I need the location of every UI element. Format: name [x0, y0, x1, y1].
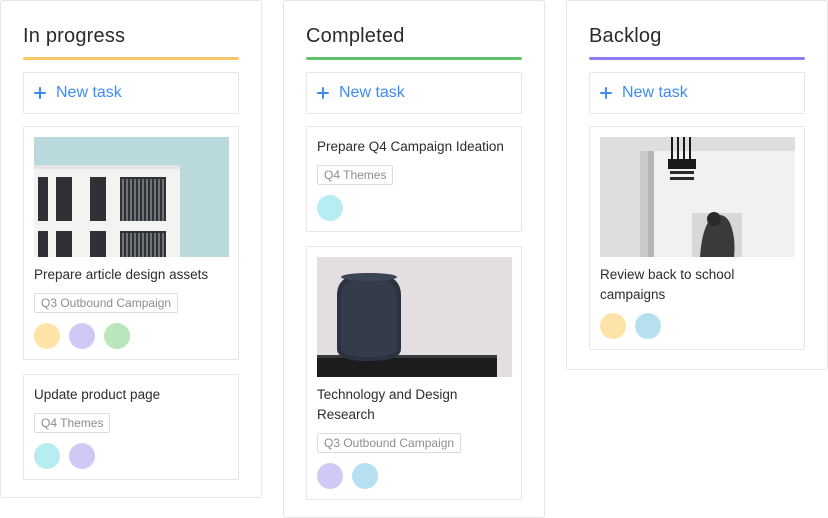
avatar[interactable]: [352, 463, 378, 489]
avatar[interactable]: [317, 463, 343, 489]
avatar[interactable]: [104, 323, 130, 349]
avatar[interactable]: [69, 443, 95, 469]
plus-icon: [34, 87, 46, 99]
new-task-label: New task: [622, 84, 688, 101]
column-accent-bar: [23, 57, 239, 60]
avatar[interactable]: [34, 443, 60, 469]
new-task-button[interactable]: New task: [23, 72, 239, 114]
column-backlog: Backlog New task Review back to school c…: [566, 0, 828, 370]
assignees: [317, 195, 511, 221]
column-title: Completed: [306, 25, 405, 47]
avatar[interactable]: [34, 323, 60, 349]
new-task-label: New task: [56, 84, 122, 101]
task-card[interactable]: Technology and Design Research Q3 Outbou…: [306, 246, 522, 500]
plus-icon: [317, 87, 329, 99]
assignees: [34, 443, 228, 469]
avatar[interactable]: [635, 313, 661, 339]
column-title: In progress: [23, 25, 126, 47]
building-photo: [34, 137, 229, 257]
new-task-label: New task: [339, 84, 405, 101]
task-card[interactable]: Prepare article design assets Q3 Outboun…: [23, 126, 239, 360]
column-in-progress: In progress New task Prepare article des…: [0, 0, 262, 498]
assignees: [34, 323, 228, 349]
new-task-button[interactable]: New task: [589, 72, 805, 114]
task-card[interactable]: Prepare Q4 Campaign Ideation Q4 Themes: [306, 126, 522, 232]
card-title: Prepare article design assets: [34, 267, 209, 282]
task-card[interactable]: Update product page Q4 Themes: [23, 374, 239, 480]
card-title: Review back to school campaigns: [600, 267, 735, 302]
avatar[interactable]: [317, 195, 343, 221]
card-tag[interactable]: Q3 Outbound Campaign: [34, 293, 179, 313]
assignees: [317, 463, 511, 489]
column-accent-bar: [589, 57, 805, 60]
card-title: Update product page: [34, 387, 161, 402]
column-completed: Completed New task Prepare Q4 Campaign I…: [283, 0, 545, 518]
avatar[interactable]: [600, 313, 626, 339]
card-title: Prepare Q4 Campaign Ideation: [317, 139, 504, 154]
avatar[interactable]: [69, 323, 95, 349]
card-tag[interactable]: Q4 Themes: [317, 165, 394, 185]
card-tag[interactable]: Q4 Themes: [34, 413, 111, 433]
smart-speaker-photo: [317, 257, 512, 377]
plus-icon: [600, 87, 612, 99]
assignees: [600, 313, 794, 339]
magazine-photo: [600, 137, 795, 257]
column-accent-bar: [306, 57, 522, 60]
card-title: Technology and Design Research: [317, 387, 458, 422]
new-task-button[interactable]: New task: [306, 72, 522, 114]
card-tag[interactable]: Q3 Outbound Campaign: [317, 433, 462, 453]
column-title: Backlog: [589, 25, 662, 47]
task-card[interactable]: Review back to school campaigns: [589, 126, 805, 350]
